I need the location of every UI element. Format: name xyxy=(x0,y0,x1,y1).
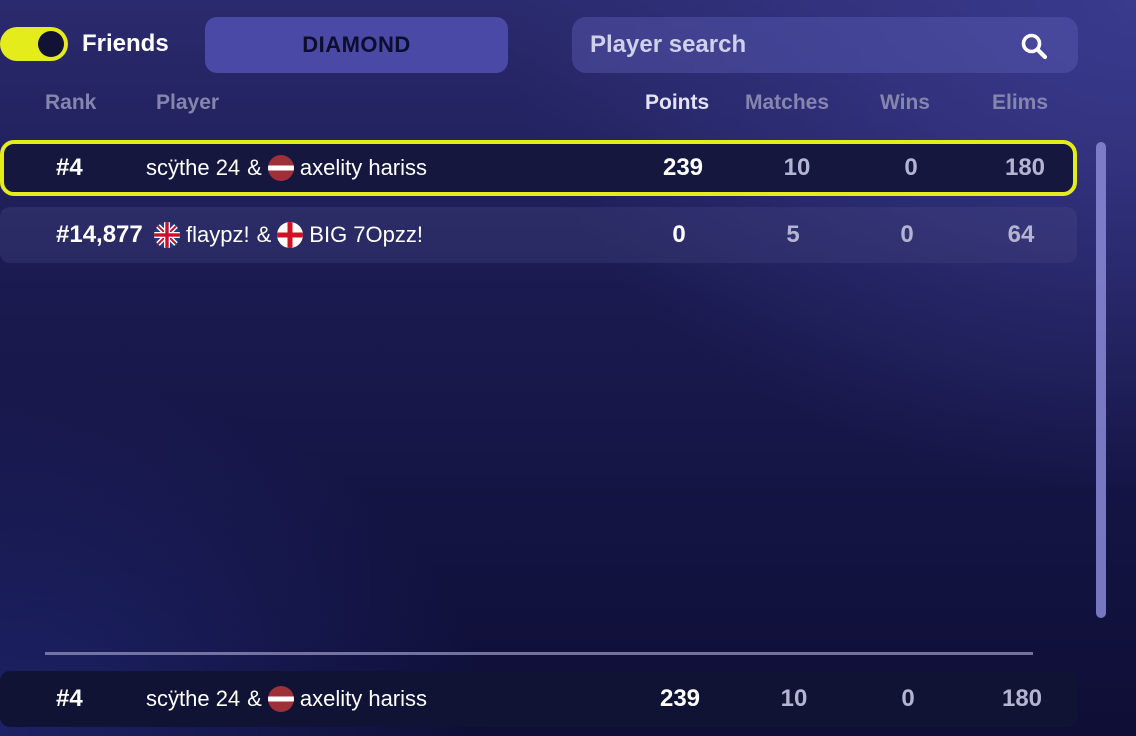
leaderboard-row[interactable]: #14,877 flaypz! & BIG 7Opzz! 0 5 0 64 xyxy=(0,207,1077,263)
row-wins: 0 xyxy=(901,685,915,712)
england-flag-icon xyxy=(277,222,304,248)
row-rank: #4 xyxy=(56,685,83,712)
row-player-names: scÿthe 24 & axelity hariss xyxy=(146,671,427,727)
friends-toggle[interactable] xyxy=(0,27,68,61)
search-icon[interactable] xyxy=(1020,32,1048,60)
row-elims: 180 xyxy=(1004,154,1046,181)
player-search-input[interactable] xyxy=(590,17,1010,73)
player-joiner: & xyxy=(256,222,272,247)
row-points: 239 xyxy=(659,685,701,712)
player-a-name: scÿthe 24 xyxy=(146,686,241,711)
toggle-knob xyxy=(38,31,64,57)
player-a-name: scÿthe 24 xyxy=(146,155,241,180)
row-matches: 5 xyxy=(786,221,800,248)
player-search-box xyxy=(572,17,1078,73)
row-rank: #14,877 xyxy=(56,221,143,248)
player-joiner: & xyxy=(247,155,262,180)
row-matches: 10 xyxy=(783,154,811,181)
row-rank: #4 xyxy=(56,154,83,181)
list-scrollbar[interactable] xyxy=(1096,142,1106,618)
column-header-elims[interactable]: Elims xyxy=(992,91,1048,115)
tier-select-button[interactable]: DIAMOND xyxy=(205,17,508,73)
column-header-rank[interactable]: Rank xyxy=(45,91,96,115)
column-header-matches[interactable]: Matches xyxy=(745,91,829,115)
friends-label: Friends xyxy=(82,30,169,57)
player-a-name: flaypz! xyxy=(186,222,250,247)
row-player-names: scÿthe 24 & axelity hariss xyxy=(146,144,427,192)
player-joiner: & xyxy=(247,686,262,711)
row-wins: 0 xyxy=(900,221,914,248)
column-header-wins[interactable]: Wins xyxy=(880,91,930,115)
row-player-names: flaypz! & BIG 7Opzz! xyxy=(150,207,423,263)
row-elims: 180 xyxy=(1001,685,1043,712)
latvia-flag-icon xyxy=(267,155,294,181)
column-header-points[interactable]: Points xyxy=(645,91,709,115)
leaderboard-row-self[interactable]: #4 scÿthe 24 & axelity hariss 239 10 0 1… xyxy=(0,140,1077,196)
row-wins: 0 xyxy=(904,154,918,181)
row-matches: 10 xyxy=(780,685,808,712)
pinned-divider xyxy=(45,652,1033,655)
player-b-name: BIG 7Opzz! xyxy=(309,222,423,247)
player-b-name: axelity hariss xyxy=(299,686,428,711)
row-points: 239 xyxy=(662,154,704,181)
row-points: 0 xyxy=(672,221,686,248)
latvia-flag-icon xyxy=(267,686,294,712)
column-header-player[interactable]: Player xyxy=(156,91,219,115)
player-b-name: axelity hariss xyxy=(299,155,428,180)
pinned-self-row[interactable]: #4 scÿthe 24 & axelity hariss 239 10 0 1… xyxy=(0,671,1077,727)
uk-flag-icon xyxy=(154,222,180,248)
row-elims: 64 xyxy=(1007,221,1035,248)
